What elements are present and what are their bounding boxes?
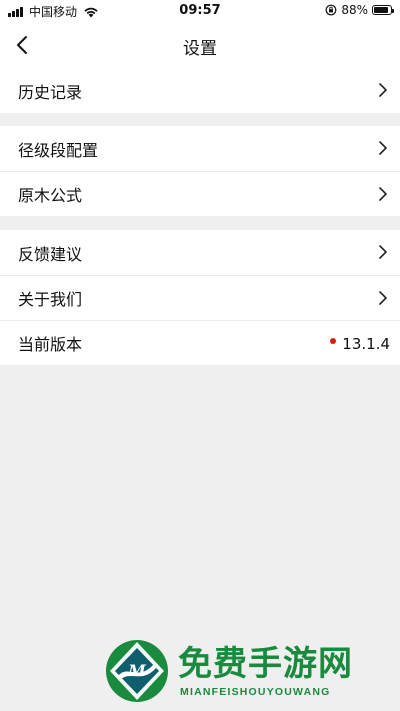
settings-group-history: 历史记录 xyxy=(0,68,400,113)
settings-item-label: 径级段配置 xyxy=(18,140,99,160)
settings-item-feedback[interactable]: 反馈建议 xyxy=(0,230,400,275)
version-number: 13.1.4 xyxy=(342,334,390,353)
status-bar: 中国移动 09:57 88% xyxy=(0,0,400,22)
settings-item-about-us[interactable]: 关于我们 xyxy=(0,275,400,320)
battery-icon xyxy=(372,5,394,15)
status-right: 88% xyxy=(325,3,394,17)
chevron-right-icon xyxy=(379,291,387,305)
watermark: M 免费手游网 MIANFEISHOUYOUWANG xyxy=(104,636,394,706)
watermark-logo-icon: M xyxy=(106,640,168,702)
update-badge xyxy=(330,337,337,344)
svg-text:M: M xyxy=(127,661,147,680)
watermark-subtext: MIANFEISHOUYOUWANG xyxy=(180,686,331,698)
settings-item-version[interactable]: 当前版本 13.1.4 xyxy=(0,320,400,365)
nav-bar: 设置 xyxy=(0,22,400,68)
chevron-right-icon xyxy=(379,187,387,201)
chevron-right-icon xyxy=(379,83,387,97)
settings-item-diameter-config[interactable]: 径级段配置 xyxy=(0,126,400,171)
settings-item-label: 反馈建议 xyxy=(18,244,83,264)
battery-fill xyxy=(374,7,389,13)
settings-item-label: 历史记录 xyxy=(18,82,83,102)
chevron-right-icon xyxy=(379,245,387,259)
version-info: 13.1.4 xyxy=(330,321,390,366)
orientation-lock-icon xyxy=(325,4,337,16)
page-title: 设置 xyxy=(183,39,217,59)
settings-item-label: 关于我们 xyxy=(18,290,83,309)
watermark-text: 免费手游网 xyxy=(178,644,353,684)
battery-percent: 88% xyxy=(341,3,368,17)
back-button[interactable] xyxy=(10,33,34,57)
settings-item-label: 当前版本 xyxy=(18,335,83,354)
settings-item-label: 原木公式 xyxy=(18,186,83,205)
settings-group-config: 径级段配置 原木公式 xyxy=(0,126,400,216)
settings-group-about: 反馈建议 关于我们 当前版本 13.1.4 xyxy=(0,230,400,365)
settings-item-history[interactable]: 历史记录 xyxy=(0,68,400,113)
settings-item-log-formula[interactable]: 原木公式 xyxy=(0,171,400,216)
chevron-right-icon xyxy=(379,141,387,155)
chevron-left-icon xyxy=(17,36,27,54)
